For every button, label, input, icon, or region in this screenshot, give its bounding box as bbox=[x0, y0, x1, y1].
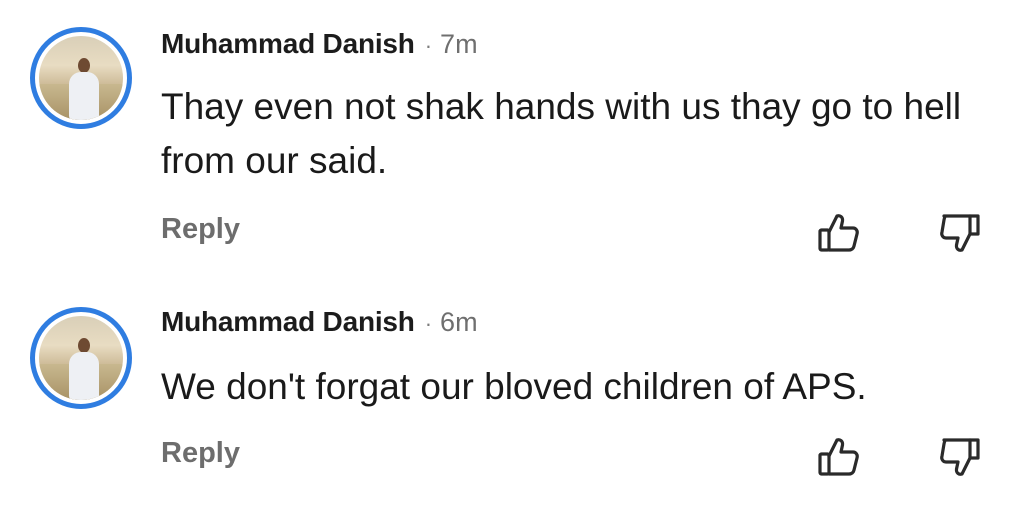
thumbs-down-icon[interactable] bbox=[936, 432, 984, 480]
comment-item: Muhammad Danish · 6m We don't forgat our… bbox=[0, 280, 1024, 514]
reply-button[interactable]: Reply bbox=[161, 437, 240, 470]
avatar[interactable] bbox=[30, 27, 132, 129]
reply-button[interactable]: Reply bbox=[161, 213, 240, 246]
comment-text: Thay even not shak hands with us thay go… bbox=[161, 86, 962, 181]
avatar-photo bbox=[39, 316, 123, 400]
avatar[interactable] bbox=[30, 307, 132, 409]
comment-header: Muhammad Danish · 7m bbox=[161, 28, 478, 60]
comment-header: Muhammad Danish · 6m bbox=[161, 306, 478, 338]
separator-dot: · bbox=[424, 33, 433, 58]
avatar-photo bbox=[39, 36, 123, 120]
comment-item: Muhammad Danish · 7m Thay even not shak … bbox=[0, 0, 1024, 270]
separator-dot: · bbox=[424, 311, 433, 336]
thumbs-up-icon[interactable] bbox=[815, 208, 863, 256]
comment-timestamp: 6m bbox=[440, 307, 478, 337]
author-name[interactable]: Muhammad Danish bbox=[161, 28, 415, 60]
thumbs-up-icon[interactable] bbox=[815, 432, 863, 480]
author-name[interactable]: Muhammad Danish bbox=[161, 306, 415, 338]
comment-text: We don't forgat our bloved children of A… bbox=[161, 366, 867, 407]
comment-timestamp: 7m bbox=[440, 29, 478, 59]
thumbs-down-icon[interactable] bbox=[936, 208, 984, 256]
